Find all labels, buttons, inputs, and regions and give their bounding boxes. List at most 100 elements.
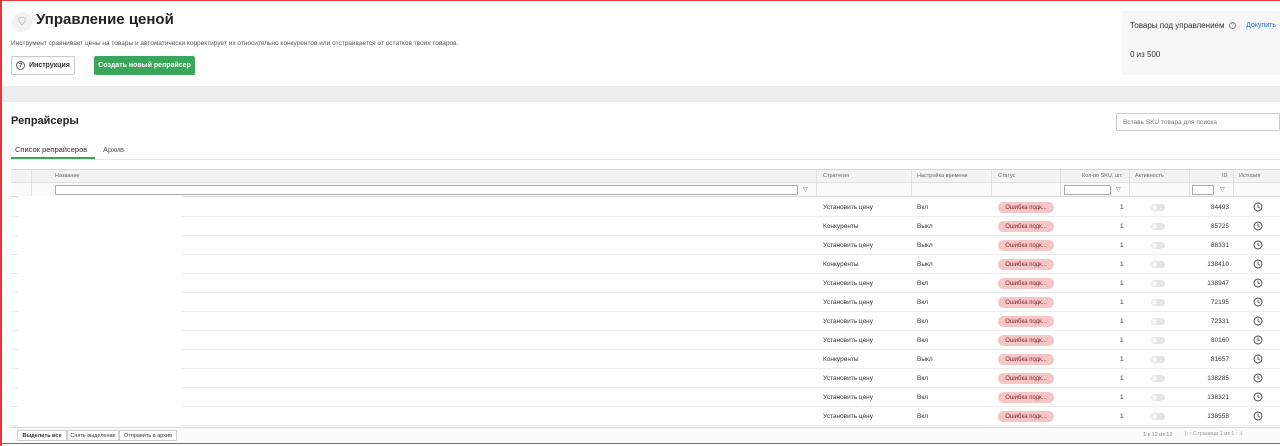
table-footer: Выделить все Снять выделение Отправить в… [11,427,1280,442]
table-header: Название Стратегия Настройка времени Ста… [11,170,1280,183]
time-setting-cell: Вкл [917,337,929,344]
column-divider [1060,170,1061,197]
column-divider [991,170,992,197]
name-filter-input[interactable] [55,185,798,195]
sku-count-cell: 1 [1120,280,1124,287]
strategy-cell: Установить цену [823,204,874,211]
column-header-activity[interactable]: Активность [1135,173,1164,179]
instruction-button[interactable]: ? Инструкция [11,56,75,75]
select-all-button[interactable]: Выделить все [17,430,67,441]
id-filter-input[interactable] [1192,185,1214,195]
activity-toggle[interactable] [1151,242,1165,249]
activity-toggle[interactable] [1151,394,1165,401]
table-row[interactable]: Установить цену Вкл Ошибка подк... 1 138558 [11,407,1280,426]
table-row[interactable]: Установить цену Выкл Ошибка подк... 1 88331 [11,236,1280,255]
table-row[interactable]: Конкуренты Выкл Ошибка подк... 1 81657 [11,350,1280,369]
clock-icon[interactable] [1253,392,1263,402]
filter-icon[interactable]: ▽ [1116,186,1121,193]
sku-count-cell: 1 [1120,223,1124,230]
id-cell: 85725 [1210,223,1229,230]
id-cell: 138558 [1207,413,1229,420]
activity-toggle[interactable] [1151,337,1165,344]
table-row[interactable]: Конкуренты Выкл Ошибка подк... 1 138410 [11,255,1280,274]
activity-toggle[interactable] [1151,356,1165,363]
column-header-sku[interactable]: Кол-во SKU, шт. [1082,173,1123,179]
clock-icon[interactable] [1253,354,1263,364]
table-row[interactable]: Установить цену Вкл Ошибка подк... 1 72331 [11,312,1280,331]
activity-toggle[interactable] [1151,261,1165,268]
pagination-nav[interactable]: |‹ ‹ Страница 1 из 1 › ›| [1185,431,1243,437]
buy-more-link[interactable]: Докупить [1246,22,1276,29]
managed-products-panel: Товары под управлением ? Докупить 0 из 5… [1122,11,1280,75]
instruction-button-label: Инструкция [29,62,70,69]
clock-icon[interactable] [1253,297,1263,307]
clock-icon[interactable] [1253,259,1263,269]
strategy-cell: Установить цену [823,413,874,420]
clock-icon[interactable] [1253,221,1263,231]
status-badge: Ошибка подк... [998,297,1054,308]
id-cell: 84493 [1210,204,1229,211]
price-management-header: ⛉ Управление ценой Инструмент сравнивает… [2,1,1280,86]
status-badge: Ошибка подк... [998,259,1054,270]
table-filter-row: ▽ ▽ ▽ [11,183,1280,197]
activity-toggle[interactable] [1151,280,1165,287]
status-badge: Ошибка подк... [998,392,1054,403]
sku-count-cell: 1 [1120,356,1124,363]
clock-icon[interactable] [1253,373,1263,383]
column-divider [816,170,817,197]
tab-archive[interactable]: Архив [103,145,124,154]
table-row[interactable]: Установить цену Вкл Ошибка подк... 1 72195 [11,293,1280,312]
activity-toggle[interactable] [1151,375,1165,382]
activity-toggle[interactable] [1151,204,1165,211]
time-setting-cell: Вкл [917,413,929,420]
create-repricer-button[interactable]: Создать новый репрайсер [94,56,195,75]
filter-icon[interactable]: ▽ [803,186,808,193]
activity-toggle[interactable] [1151,299,1165,306]
sku-count-cell: 1 [1120,242,1124,249]
strategy-cell: Конкуренты [823,261,859,268]
id-cell: 138947 [1207,280,1229,287]
clock-icon[interactable] [1253,316,1263,326]
column-header-status[interactable]: Статус [998,173,1015,179]
activity-toggle[interactable] [1151,318,1165,325]
clock-icon[interactable] [1253,278,1263,288]
send-to-archive-button[interactable]: Отправить в архив [119,430,177,441]
filter-icon[interactable]: ▽ [1220,186,1225,193]
column-header-history[interactable]: История [1239,173,1260,179]
clock-icon[interactable] [1253,335,1263,345]
table-row[interactable]: Установить цену Вкл Ошибка подк... 1 138285 [11,369,1280,388]
activity-toggle[interactable] [1151,223,1165,230]
id-cell: 81657 [1210,356,1229,363]
repricers-title: Репрайсеры [11,115,79,127]
help-icon[interactable]: ? [1228,22,1236,30]
column-header-id[interactable]: ID [1222,173,1228,179]
status-badge: Ошибка подк... [998,221,1054,232]
clock-icon[interactable] [1253,202,1263,212]
sku-filter-input[interactable] [1064,185,1111,195]
sku-count-cell: 1 [1120,299,1124,306]
column-header-time[interactable]: Настройка времени [917,173,968,179]
deselect-button[interactable]: Снять выделение [67,430,119,441]
table-row[interactable]: Установить цену Вкл Ошибка подк... 1 138947 [11,274,1280,293]
table-row[interactable]: Конкуренты Выкл Ошибка подк... 1 85725 [11,217,1280,236]
question-circle-icon: ? [16,61,26,70]
table-row[interactable]: Установить цену Вкл Ошибка подк... 1 80160 [11,331,1280,350]
table-row[interactable]: Установить цену Вкл Ошибка подк... 1 84493 [11,198,1280,217]
sku-count-cell: 1 [1120,318,1124,325]
status-badge: Ошибка подк... [998,354,1054,365]
strategy-cell: Установить цену [823,394,874,401]
managed-products-count: 0 из 500 [1130,50,1161,59]
tag-icon: ⛉ [12,12,32,32]
managed-products-title: Товары под управлением ? [1130,21,1236,30]
column-header-strategy[interactable]: Стратегия [823,173,849,179]
sku-search-input[interactable] [1116,113,1280,131]
table-row[interactable]: Установить цену Вкл Ошибка подк... 1 138321 [11,388,1280,407]
strategy-cell: Установить цену [823,375,874,382]
tab-repricers-list[interactable]: Список репрайсеров [15,145,87,154]
activity-toggle[interactable] [1151,413,1165,420]
clock-icon[interactable] [1253,240,1263,250]
column-header-name[interactable]: Название [55,173,80,179]
id-cell: 88331 [1210,242,1229,249]
time-setting-cell: Выкл [917,356,933,363]
clock-icon[interactable] [1253,411,1263,421]
